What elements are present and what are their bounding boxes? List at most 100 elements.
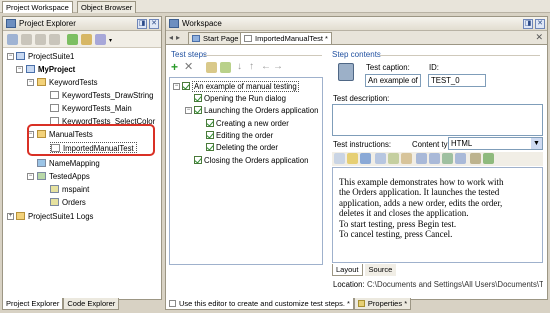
tab-properties[interactable]: Properties * [353,298,412,310]
new-item-icon[interactable] [7,34,18,45]
move-in-icon[interactable] [206,62,217,73]
indent-icon[interactable] [442,153,453,164]
move-out-icon[interactable] [220,62,231,73]
open-file-icon[interactable] [347,153,358,164]
step-checkbox[interactable] [194,94,202,102]
image-icon[interactable] [483,153,494,164]
step-checkbox[interactable] [194,156,202,164]
step-checkbox[interactable] [206,119,214,127]
keyword-test-icon [50,104,59,112]
step-contents-header: Step contents [332,50,381,59]
arrow-up-icon[interactable]: ↑ [249,61,254,72]
paste-icon[interactable] [401,153,412,164]
tab-object-browser[interactable]: Object Browser [77,1,137,13]
bullets-icon[interactable] [416,153,427,164]
test-icon [338,63,354,81]
instructions-line: This example demonstrates how to work wi… [339,177,504,187]
explorer-icon [6,19,16,28]
tab-scroll-left-icon[interactable]: ◂ [169,33,173,42]
expand-icon[interactable]: + [7,213,14,220]
tree-node-mspaint[interactable]: mspaint [50,184,89,195]
dropdown-arrow-icon[interactable]: ▾ [109,37,112,44]
collapse-icon[interactable]: − [7,53,14,60]
step-item[interactable]: Closing the Orders application [194,155,308,166]
new-doc-icon[interactable] [334,153,345,164]
options-icon[interactable] [95,34,106,45]
link-icon[interactable] [470,153,481,164]
tree-node-logs[interactable]: ProjectSuite1 Logs [16,211,93,222]
close-icon[interactable]: ✕ [149,19,159,29]
step-checkbox[interactable] [206,143,214,151]
editor-mode-tabs: Layout Source [332,264,397,276]
save-file-icon[interactable] [360,153,371,164]
tools-icon[interactable] [81,34,92,45]
instructions-line: To cancel testing, press Cancel. [339,229,453,240]
collapse-icon[interactable]: − [27,173,34,180]
cut-icon[interactable] [375,153,386,164]
step-checkbox[interactable] [194,106,202,114]
test-caption-input[interactable]: An example of ma [365,74,421,87]
chevron-down-icon[interactable]: ▼ [531,138,542,149]
auto-hide-icon[interactable]: ◨ [137,19,147,29]
close-icon[interactable]: ✕ [535,19,545,29]
tab-project-workspace[interactable]: Project Workspace [2,1,73,13]
test-description-input[interactable] [332,104,543,136]
save-icon[interactable] [35,34,46,45]
step-checkbox[interactable] [182,82,190,90]
close-tab-icon[interactable]: ✕ [535,32,543,43]
arrow-left-icon[interactable]: ← [261,61,271,72]
open-icon[interactable] [21,34,32,45]
auto-hide-icon[interactable]: ◨ [523,19,533,29]
tab-layout[interactable]: Layout [332,264,363,276]
copy-icon[interactable] [388,153,399,164]
properties-icon[interactable] [49,34,60,45]
project-tree: − ProjectSuite1 − MyProject − KeywordTes… [3,48,161,283]
numbering-icon[interactable] [429,153,440,164]
content-type-select[interactable]: HTML ▼ [448,137,543,150]
tree-node-projectsuite1[interactable]: ProjectSuite1 [16,51,74,62]
step-checkbox[interactable] [206,131,214,139]
collapse-icon[interactable]: − [27,79,34,86]
step-item[interactable]: Launching the Orders application [194,105,318,116]
tab-start-page[interactable]: Start Page [188,32,243,44]
tab-manual-test-editor[interactable]: Use this editor to create and customize … [165,298,354,310]
delete-step-icon[interactable]: ✕ [184,60,193,73]
test-steps-header: Test steps [171,50,208,59]
run-icon[interactable] [67,34,78,45]
test-caption-label: Test caption: [366,63,410,72]
align-icon[interactable] [455,153,466,164]
add-step-icon[interactable]: + [171,60,178,74]
tree-node-orders[interactable]: Orders [50,197,86,208]
format-toolbar [332,152,543,166]
editor-icon [169,300,176,307]
tree-node-testedapps[interactable]: TestedApps [37,171,90,182]
arrow-down-icon[interactable]: ↓ [237,61,242,72]
logs-folder-icon [16,212,25,220]
tree-node-namemapping[interactable]: NameMapping [37,158,100,169]
id-input[interactable]: TEST_0 [428,74,486,87]
collapse-icon[interactable]: − [16,66,23,73]
workspace-panel: Workspace ◨ ✕ ◂ ▸ Start Page ImportedMan… [165,16,548,310]
tab-code-explorer[interactable]: Code Explorer [63,298,120,310]
tree-node-kt-main[interactable]: KeywordTests_Main [50,103,132,114]
explorer-toolbar: ▾ [3,31,161,48]
arrow-right-icon[interactable]: → [273,61,283,72]
tree-node-kt-drawstring[interactable]: KeywordTests_DrawString [50,90,153,101]
tab-source[interactable]: Source [364,264,397,276]
instructions-editor[interactable]: This example demonstrates how to work wi… [332,167,543,263]
tab-project-explorer[interactable]: Project Explorer [2,298,64,310]
step-item[interactable]: Opening the Run dialog [194,93,286,104]
step-root[interactable]: An example of manual testing [182,81,299,92]
tree-node-keywordtests[interactable]: KeywordTests [37,77,98,88]
step-item[interactable]: Editing the order [206,130,273,141]
keyword-test-icon [50,91,59,99]
collapse-icon[interactable]: − [185,107,192,114]
tab-scroll-right-icon[interactable]: ▸ [176,33,180,42]
step-item[interactable]: Creating a new order [206,118,289,129]
instructions-line: deletes it and closes the application. [339,208,469,219]
properties-icon [357,300,365,307]
step-item[interactable]: Deleting the order [206,142,278,153]
tree-node-myproject[interactable]: MyProject [26,64,75,75]
tab-importedmanualtest[interactable]: ImportedManualTest * [240,32,332,44]
collapse-icon[interactable]: − [173,83,180,90]
